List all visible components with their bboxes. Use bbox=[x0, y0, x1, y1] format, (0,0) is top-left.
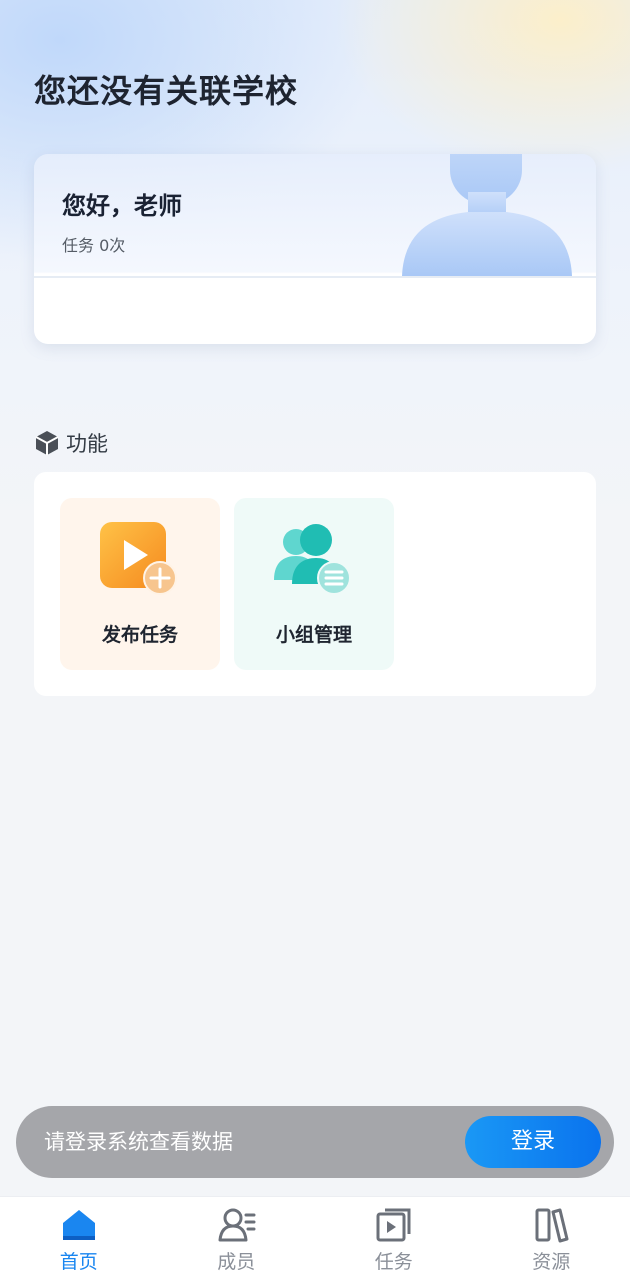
features-header: 功能 bbox=[34, 428, 108, 458]
bottom-tabbar: 首页 成员 任务 资源 bbox=[0, 1196, 630, 1280]
cube-icon bbox=[35, 431, 59, 455]
books-icon bbox=[535, 1208, 568, 1243]
features-title: 功能 bbox=[66, 432, 108, 456]
home-icon bbox=[63, 1210, 95, 1240]
tab-home-label: 首页 bbox=[59, 1251, 98, 1273]
login-banner: 请登录系统查看数据 登录 bbox=[16, 1106, 614, 1178]
tab-resources-label: 资源 bbox=[532, 1251, 571, 1273]
tab-home[interactable]: 首页 bbox=[0, 1197, 158, 1280]
card-divider bbox=[34, 276, 596, 278]
tab-members[interactable]: 成员 bbox=[158, 1197, 316, 1280]
login-message: 请登录系统查看数据 bbox=[44, 1130, 233, 1154]
group-list-icon bbox=[274, 524, 351, 595]
avatar-silhouette-icon bbox=[402, 154, 572, 276]
features-panel: 发布任务 小组管理 bbox=[34, 472, 596, 696]
login-button[interactable]: 登录 bbox=[465, 1116, 601, 1168]
tab-tasks[interactable]: 任务 bbox=[315, 1197, 473, 1280]
greeting-card: 您好，老师 任务 0次 bbox=[34, 154, 596, 344]
tab-members-label: 成员 bbox=[217, 1251, 256, 1273]
tab-tasks-label: 任务 bbox=[374, 1251, 413, 1273]
greeting-text: 您好，老师 bbox=[62, 192, 182, 220]
task-count: 任务 0次 bbox=[62, 236, 126, 255]
tab-resources[interactable]: 资源 bbox=[473, 1197, 630, 1280]
group-manage-button[interactable]: 小组管理 bbox=[234, 498, 394, 670]
publish-task-label: 发布任务 bbox=[101, 624, 178, 646]
members-icon bbox=[218, 1208, 255, 1242]
task-play-icon bbox=[376, 1208, 411, 1242]
video-add-icon bbox=[100, 522, 177, 595]
publish-task-button[interactable]: 发布任务 bbox=[60, 498, 220, 670]
page-title: 您还没有关联学校 bbox=[34, 72, 299, 110]
group-manage-label: 小组管理 bbox=[275, 624, 352, 646]
